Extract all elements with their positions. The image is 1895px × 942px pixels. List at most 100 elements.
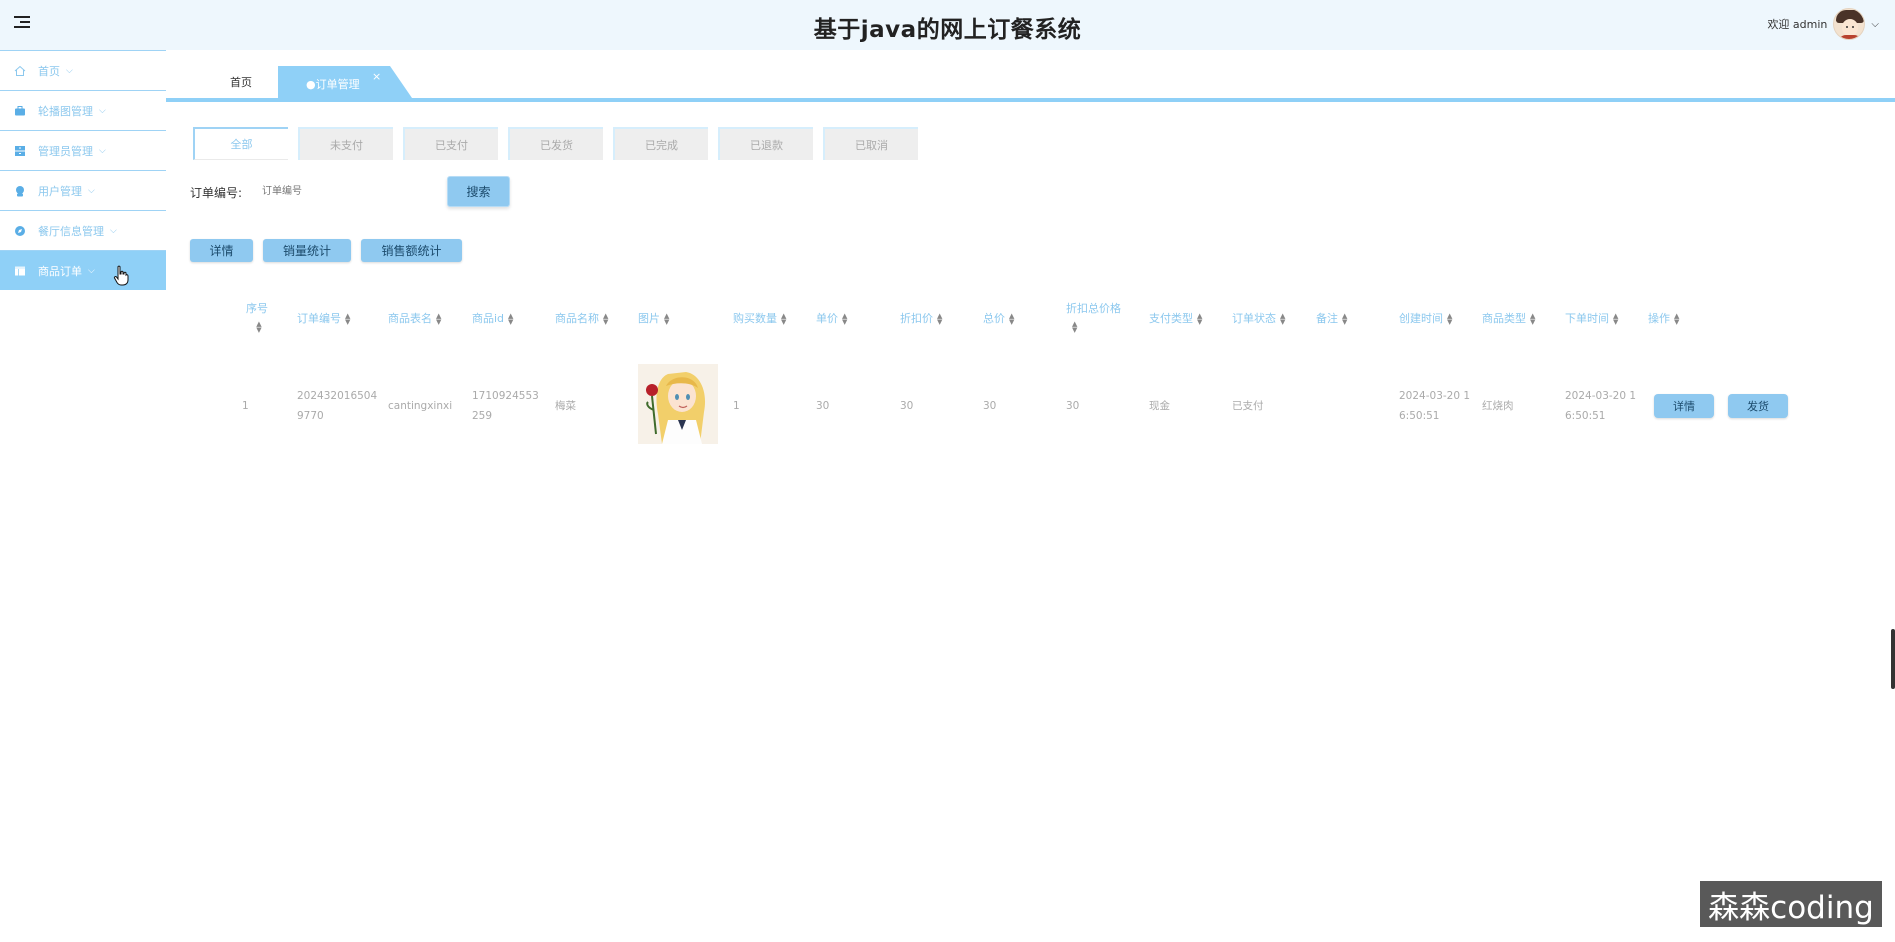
column-header[interactable]: 图片 ▲ ▼ xyxy=(638,310,669,328)
sidebar-item-label: 管理员管理 xyxy=(38,144,93,158)
sidebar-item-admin[interactable]: 管理员管理 ⌵ xyxy=(0,130,166,170)
chevron-down-icon: ⌵ xyxy=(99,105,106,116)
sort-icon: ▲ ▼ xyxy=(1009,312,1015,326)
column-header[interactable]: 订单状态 ▲ ▼ xyxy=(1232,310,1285,328)
welcome-text: 欢迎 admin xyxy=(1767,18,1828,31)
status-tab-shipped[interactable]: 已发货 xyxy=(508,127,603,160)
sidebar-item-orders[interactable]: 商品订单 ⌵ xyxy=(0,250,166,290)
column-header[interactable]: 序号 ▲ ▼ xyxy=(242,300,272,336)
column-header[interactable]: 订单编号 ▲ ▼ xyxy=(297,310,350,328)
column-header[interactable]: 商品名称 ▲ ▼ xyxy=(555,310,608,328)
sort-icon: ▲ ▼ xyxy=(1674,312,1680,326)
tab-bar: 首页 ●订单管理 × xyxy=(166,50,1895,102)
sidebar-item-label: 轮播图管理 xyxy=(38,104,93,118)
scrollbar[interactable] xyxy=(1891,629,1895,689)
column-header[interactable]: 商品类型 ▲ ▼ xyxy=(1482,310,1535,328)
column-header[interactable]: 支付类型 ▲ ▼ xyxy=(1149,310,1202,328)
column-header[interactable]: 单价 ▲ ▼ xyxy=(816,310,847,328)
sort-icon: ▲ ▼ xyxy=(345,312,351,326)
sort-icon: ▲ ▼ xyxy=(1613,312,1619,326)
user-menu[interactable]: 欢迎 admin ⌵ xyxy=(1767,6,1879,42)
cell-quantity: 1 xyxy=(733,400,740,412)
column-header[interactable]: 购买数量 ▲ ▼ xyxy=(733,310,786,328)
search-label: 订单编号: xyxy=(190,186,243,200)
cell-order-time: 2024-03-20 1 6:50:51 xyxy=(1565,390,1637,422)
chevron-down-icon: ⌵ xyxy=(66,65,73,76)
column-header[interactable]: 折扣价 ▲ ▼ xyxy=(900,310,942,328)
user-icon xyxy=(16,185,24,196)
search-button[interactable]: 搜索 xyxy=(447,176,510,207)
compass-icon xyxy=(15,225,25,236)
chevron-down-icon[interactable]: ⌵ xyxy=(1871,19,1879,30)
top-header: 基于java的网上订餐系统 欢迎 admin ⌵ xyxy=(0,0,1895,50)
status-tab-completed[interactable]: 已完成 xyxy=(613,127,708,160)
status-tab-all[interactable]: 全部 xyxy=(193,127,288,160)
sort-icon: ▲ ▼ xyxy=(603,312,609,326)
column-header[interactable]: 商品表名 ▲ ▼ xyxy=(388,310,441,328)
sort-icon: ▲ ▼ xyxy=(842,312,848,326)
archive-icon xyxy=(15,145,25,156)
cell-total: 30 xyxy=(983,400,997,412)
table-icon xyxy=(15,266,25,275)
column-header[interactable]: 折扣总价格 ▲ ▼ xyxy=(1066,300,1121,336)
sales-stats-button[interactable]: 销量统计 xyxy=(263,239,351,262)
column-header[interactable]: 下单时间 ▲ ▼ xyxy=(1565,310,1618,328)
hand-cursor-icon xyxy=(113,265,129,286)
avatar[interactable] xyxy=(1833,8,1866,40)
column-header[interactable]: 备注 ▲ ▼ xyxy=(1316,310,1347,328)
sort-icon: ▲ ▼ xyxy=(1072,320,1078,334)
sidebar-item-label: 用户管理 xyxy=(38,184,82,198)
order-number-input[interactable] xyxy=(262,178,442,204)
column-header[interactable]: 商品id ▲ ▼ xyxy=(472,310,513,328)
sort-icon: ▲ ▼ xyxy=(937,312,943,326)
close-icon[interactable]: × xyxy=(372,70,381,83)
sidebar-item-carousel[interactable]: 轮播图管理 ⌵ xyxy=(0,90,166,130)
cell-price: 30 xyxy=(816,400,830,412)
cell-discount-total: 30 xyxy=(1066,400,1080,412)
tab-underline xyxy=(166,98,1895,102)
row-ship-button[interactable]: 发货 xyxy=(1728,394,1788,418)
home-icon xyxy=(14,65,26,76)
cell-table-name: cantingxinxi xyxy=(388,400,453,412)
sidebar-item-users[interactable]: 用户管理 ⌵ xyxy=(0,170,166,210)
sort-icon: ▲ ▼ xyxy=(1530,312,1536,326)
sort-icon: ▲ ▼ xyxy=(256,320,262,334)
sidebar-item-label: 首页 xyxy=(38,64,60,78)
column-header[interactable]: 操作 ▲ ▼ xyxy=(1648,310,1679,328)
status-tab-unpaid[interactable]: 未支付 xyxy=(298,127,393,160)
cell-pay-type: 现金 xyxy=(1149,400,1170,412)
row-detail-button[interactable]: 详情 xyxy=(1654,394,1714,418)
chevron-down-icon: ⌵ xyxy=(99,145,106,156)
briefcase-icon xyxy=(15,105,25,115)
status-tab-refunded[interactable]: 已退款 xyxy=(718,127,813,160)
product-image xyxy=(638,364,718,444)
tab-order-management[interactable]: ●订单管理 × xyxy=(278,66,412,98)
status-tab-paid[interactable]: 已支付 xyxy=(403,127,498,160)
status-tab-cancelled[interactable]: 已取消 xyxy=(823,127,918,160)
sidebar: 首页 ⌵ 轮播图管理 ⌵ 管理员管理 ⌵ 用户管理 ⌵ 餐厅信息管理 ⌵ 商品订… xyxy=(0,50,166,942)
sidebar-item-restaurant[interactable]: 餐厅信息管理 ⌵ xyxy=(0,210,166,250)
cell-status: 已支付 xyxy=(1232,400,1264,412)
column-header[interactable]: 创建时间 ▲ ▼ xyxy=(1399,310,1452,328)
watermark: 森森coding xyxy=(1700,881,1882,927)
revenue-stats-button[interactable]: 销售额统计 xyxy=(361,239,462,262)
tab-label: ●订单管理 xyxy=(306,78,360,91)
column-header[interactable]: 总价 ▲ ▼ xyxy=(983,310,1014,328)
sidebar-item-label: 商品订单 xyxy=(38,264,82,278)
chevron-down-icon: ⌵ xyxy=(110,225,117,236)
detail-button[interactable]: 详情 xyxy=(190,239,253,262)
sort-icon: ▲ ▼ xyxy=(1280,312,1286,326)
chevron-down-icon: ⌵ xyxy=(88,265,95,276)
sort-icon: ▲ ▼ xyxy=(1197,312,1203,326)
tab-home[interactable]: 首页 xyxy=(230,74,252,90)
cell-index: 1 xyxy=(242,400,249,412)
sort-icon: ▲ ▼ xyxy=(1447,312,1453,326)
cell-discount-price: 30 xyxy=(900,400,914,412)
sidebar-item-label: 餐厅信息管理 xyxy=(38,224,104,238)
sort-icon: ▲ ▼ xyxy=(1342,312,1348,326)
sidebar-item-home[interactable]: 首页 ⌵ xyxy=(0,50,166,90)
sort-icon: ▲ ▼ xyxy=(781,312,787,326)
sort-icon: ▲ ▼ xyxy=(508,312,514,326)
sort-icon: ▲ ▼ xyxy=(664,312,670,326)
action-toolbar: 详情 销量统计 销售额统计 xyxy=(190,239,462,262)
